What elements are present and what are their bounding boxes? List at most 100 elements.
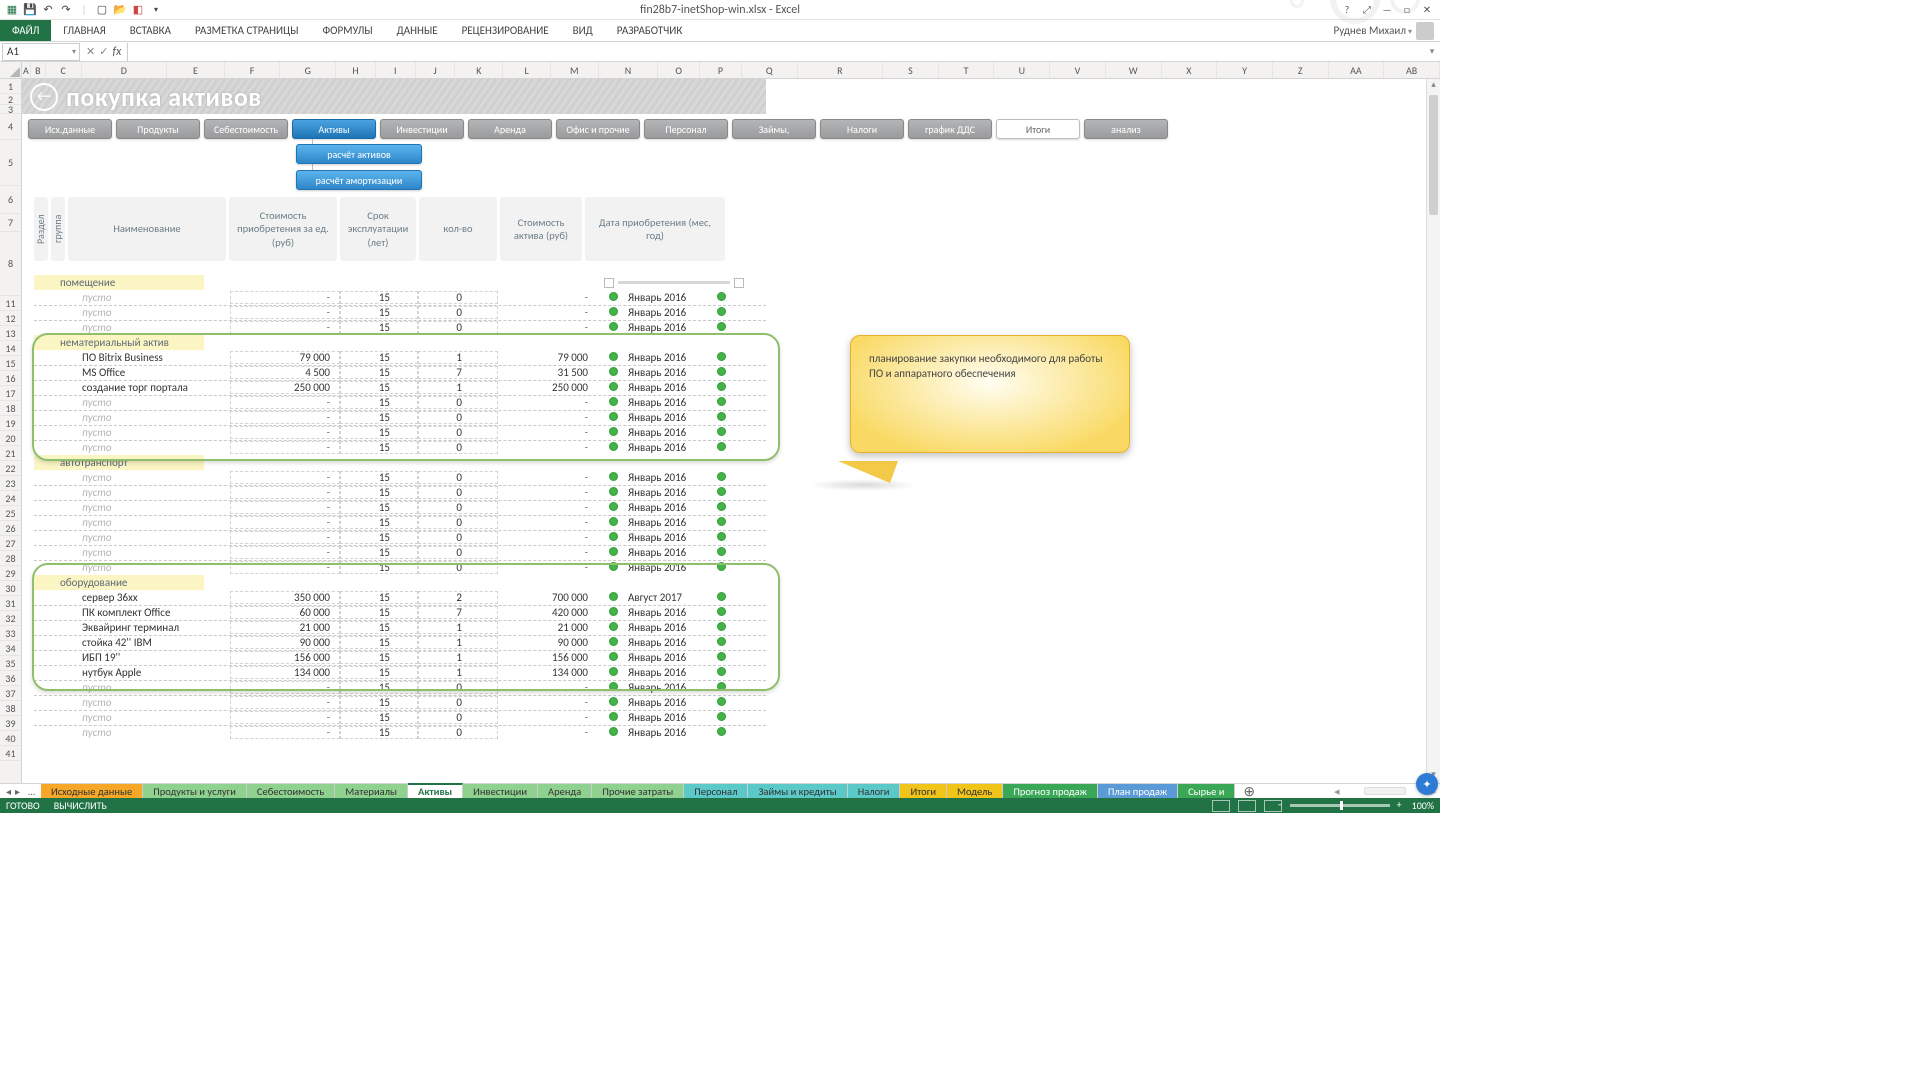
save-icon[interactable]: 💾 (22, 2, 38, 18)
row-header-24[interactable]: 24 (0, 491, 21, 506)
cell-qty[interactable]: 2 (418, 591, 498, 604)
cell-name[interactable]: пусто (34, 441, 230, 454)
cell-unit-cost[interactable]: - (230, 711, 340, 724)
cell-date[interactable]: Январь 2016 (622, 561, 712, 574)
cell-qty[interactable]: 0 (418, 726, 498, 739)
hscroll-track[interactable] (1364, 787, 1407, 795)
row-header-36[interactable]: 36 (0, 671, 21, 686)
sheet-tab[interactable]: Налоги (848, 784, 901, 798)
nav-btn-9[interactable]: Налоги (820, 119, 904, 139)
cell-unit-cost[interactable]: - (230, 561, 340, 574)
sheet-tab[interactable]: Займы и кредиты (748, 784, 847, 798)
sheet-tab[interactable]: Себестоимость (247, 784, 335, 798)
sub-btn-1[interactable]: расчёт амортизации (296, 170, 422, 190)
row-header-35[interactable]: 35 (0, 656, 21, 671)
col-header-W[interactable]: W (1106, 62, 1162, 78)
cell-life[interactable]: 15 (340, 591, 418, 604)
cell-qty[interactable]: 1 (418, 621, 498, 634)
cell-name[interactable]: ПК комплект Office (34, 606, 230, 619)
cell-qty[interactable]: 0 (418, 441, 498, 454)
cell-qty[interactable]: 7 (418, 606, 498, 619)
cell-date[interactable]: Январь 2016 (622, 306, 712, 319)
cell-unit-cost[interactable]: - (230, 681, 340, 694)
cell-date[interactable]: Январь 2016 (622, 681, 712, 694)
row-header-30[interactable]: 30 (0, 581, 21, 596)
cell-life[interactable]: 15 (340, 546, 418, 559)
cell-unit-cost[interactable]: - (230, 411, 340, 424)
nav-btn-10[interactable]: график ДДС (908, 119, 992, 139)
data-row[interactable]: пусто-150-Январь 2016 (34, 530, 766, 545)
row-header-40[interactable]: 40 (0, 731, 21, 746)
cell-unit-cost[interactable]: - (230, 441, 340, 454)
cell-date[interactable]: Август 2017 (622, 591, 712, 604)
qat-new-icon[interactable]: ▢ (94, 2, 110, 18)
cell-name[interactable]: сервер 36xx (34, 591, 230, 604)
row-header-34[interactable]: 34 (0, 641, 21, 656)
row-header-20[interactable]: 20 (0, 431, 21, 446)
col-header-O[interactable]: O (658, 62, 700, 78)
zoom-percent[interactable]: 100% (1412, 799, 1434, 812)
cell-name[interactable]: пусто (34, 711, 230, 724)
cell-name[interactable]: пусто (34, 411, 230, 424)
data-row[interactable]: пусто-150-Январь 2016 (34, 725, 766, 740)
cell-name[interactable]: пусто (34, 306, 230, 319)
data-row[interactable]: пусто-150-Январь 2016 (34, 710, 766, 725)
cell-date[interactable]: Январь 2016 (622, 291, 712, 304)
minimize-icon[interactable]: — (1378, 2, 1396, 18)
qat-open-icon[interactable]: 📂 (112, 2, 128, 18)
data-row[interactable]: пусто-150-Январь 2016 (34, 470, 766, 485)
cell-unit-cost[interactable]: - (230, 531, 340, 544)
cell-name[interactable]: пусто (34, 531, 230, 544)
user-avatar[interactable] (1416, 22, 1434, 40)
cell-life[interactable]: 15 (340, 696, 418, 709)
cell-life[interactable]: 15 (340, 396, 418, 409)
sheet-tab[interactable]: Инвестиции (463, 784, 538, 798)
cell-life[interactable]: 15 (340, 711, 418, 724)
row-header-8[interactable]: 8 (0, 232, 21, 296)
row-header-26[interactable]: 26 (0, 521, 21, 536)
col-header-H[interactable]: H (336, 62, 376, 78)
cell-qty[interactable]: 0 (418, 411, 498, 424)
cell-qty[interactable]: 0 (418, 501, 498, 514)
col-header-Y[interactable]: Y (1217, 62, 1273, 78)
cell-unit-cost[interactable]: - (230, 726, 340, 739)
cell-qty[interactable]: 0 (418, 471, 498, 484)
col-header-P[interactable]: P (700, 62, 742, 78)
undo-icon[interactable]: ↶ (40, 2, 56, 18)
col-header-AA[interactable]: AA (1329, 62, 1385, 78)
cell-name[interactable]: пусто (34, 561, 230, 574)
cell-qty[interactable]: 1 (418, 636, 498, 649)
cell-name[interactable]: MS Office (34, 366, 230, 379)
cell-unit-cost[interactable]: 250 000 (230, 381, 340, 394)
cell-name[interactable]: пусто (34, 471, 230, 484)
cell-name[interactable]: пусто (34, 396, 230, 409)
sheet-tab[interactable]: Материалы (335, 784, 408, 798)
cell-date[interactable]: Январь 2016 (622, 726, 712, 739)
row-header-41[interactable]: 41 (0, 746, 21, 761)
cell-name[interactable]: пусто (34, 426, 230, 439)
nav-btn-4[interactable]: Инвестиции (380, 119, 464, 139)
formula-input[interactable] (127, 43, 1424, 61)
sheet-tab[interactable]: Модель (947, 784, 1003, 798)
col-header-AB[interactable]: AB (1384, 62, 1440, 78)
row-header-4[interactable]: 4 (0, 114, 21, 140)
data-row[interactable]: ПО Bitrix Business79 00015179 000Январь … (34, 350, 766, 365)
cell-life[interactable]: 15 (340, 501, 418, 514)
row-header-25[interactable]: 25 (0, 506, 21, 521)
name-box[interactable]: A1 (2, 43, 80, 61)
nav-btn-5[interactable]: Аренда (468, 119, 552, 139)
cell-date[interactable]: Январь 2016 (622, 321, 712, 334)
sheet-tab[interactable]: Прогноз продаж (1003, 784, 1098, 798)
cell-life[interactable]: 15 (340, 651, 418, 664)
data-row[interactable]: пусто-150-Январь 2016 (34, 485, 766, 500)
cell-qty[interactable]: 0 (418, 531, 498, 544)
data-row[interactable]: сервер 36xx350 000152700 000Август 2017 (34, 590, 766, 605)
sub-btn-0[interactable]: расчёт активов (296, 144, 422, 164)
cell-name[interactable]: пусто (34, 291, 230, 304)
hscroll-left-icon[interactable]: ◂ (1334, 785, 1340, 798)
nav-btn-6[interactable]: Офис и прочие (556, 119, 640, 139)
accept-formula-icon[interactable]: ✓ (99, 45, 108, 58)
col-header-F[interactable]: F (225, 62, 281, 78)
cell-qty[interactable]: 1 (418, 651, 498, 664)
row-header-14[interactable]: 14 (0, 341, 21, 356)
